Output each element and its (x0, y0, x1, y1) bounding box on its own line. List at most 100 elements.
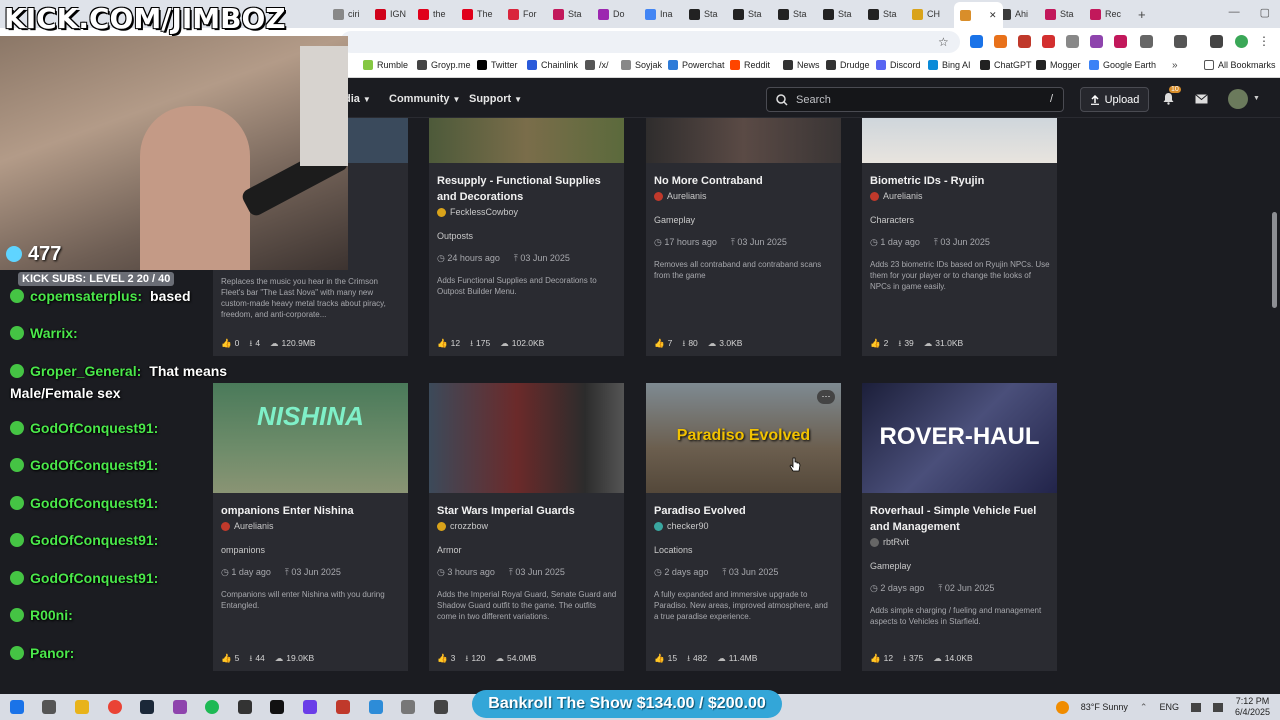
mod-title[interactable]: Roverhaul - Simple Vehicle Fuel and Mana… (870, 503, 1050, 535)
chevron-down-icon[interactable]: ▼ (1253, 95, 1260, 102)
app-icon[interactable] (238, 700, 252, 714)
mod-category[interactable]: Armor (437, 545, 462, 555)
bookmark-item[interactable]: Drudge (826, 60, 870, 70)
menu-icon[interactable] (1210, 35, 1223, 48)
mod-card[interactable]: Star Wars Imperial Guards crozzbow Armor ◷ … (429, 383, 624, 671)
browser-tab[interactable]: ciri (333, 4, 360, 24)
url-field[interactable] (340, 31, 960, 53)
maximize-icon[interactable]: ▢ (1260, 6, 1270, 19)
mod-thumbnail[interactable]: NISHINA (213, 383, 408, 493)
bookmark-item[interactable]: Discord (876, 60, 921, 70)
mod-thumbnail[interactable] (646, 118, 841, 163)
weather-widget[interactable]: 83°F Sunny (1081, 702, 1128, 712)
browser-tab[interactable]: Sta (823, 4, 852, 24)
browser-tab[interactable]: The (462, 4, 493, 24)
mod-card[interactable]: Biometric IDs - Ryujin Aurelianis Characte… (862, 118, 1057, 356)
bookmark-item[interactable]: News (783, 60, 820, 70)
nav-community[interactable]: Community ▼ (389, 93, 460, 105)
browser-tab[interactable]: Do (598, 4, 625, 24)
network-icon[interactable] (1190, 702, 1201, 712)
mod-category[interactable]: Gameplay (870, 561, 911, 571)
browser-tab[interactable]: Ahi (1000, 4, 1028, 24)
task-view-icon[interactable] (42, 700, 56, 714)
clock[interactable]: 7:12 PM 6/4/2025 (1235, 696, 1270, 718)
mod-author[interactable]: crozzbow (437, 521, 488, 531)
bookmark-item[interactable]: Mogger (1036, 60, 1081, 70)
bookmark-item[interactable]: Twitter (477, 60, 518, 70)
mod-author[interactable]: Aurelianis (221, 521, 274, 531)
browser-tab[interactable]: the (418, 4, 446, 24)
bookmark-item[interactable]: Groyp.me (417, 60, 471, 70)
bookmarks-overflow-icon[interactable]: » (1172, 60, 1178, 71)
nav-media[interactable]: dia ▼ (344, 93, 371, 105)
bookmark-item[interactable]: Soyjak (621, 60, 662, 70)
sidebar-icon[interactable] (1174, 35, 1187, 48)
new-tab-button[interactable]: + (1138, 4, 1146, 24)
extension-icon[interactable] (1066, 35, 1079, 48)
bookmark-item[interactable]: Powerchat (668, 60, 725, 70)
start-windows-icon[interactable] (10, 700, 24, 714)
browser-tab-active[interactable]: ✕ (954, 2, 1003, 28)
mod-category[interactable]: ompanions (221, 545, 265, 555)
chrome-icon[interactable] (108, 700, 122, 714)
card-more-options-icon[interactable]: ⋯ (817, 390, 835, 404)
mod-category[interactable]: Gameplay (654, 215, 695, 225)
nav-support[interactable]: Support ▼ (469, 93, 522, 105)
tray-chevron-icon[interactable]: ⌃ (1140, 702, 1148, 713)
mod-author[interactable]: Aurelianis (654, 191, 707, 201)
page-scrollbar-thumb[interactable] (1272, 212, 1277, 308)
all-bookmarks-link[interactable]: All Bookmarks (1204, 60, 1276, 70)
app-icon[interactable] (303, 700, 317, 714)
browser-tab[interactable]: Rec (1090, 4, 1121, 24)
mod-title[interactable]: ompanions Enter Nishina (221, 503, 401, 519)
browser-tab[interactable]: Sta (553, 4, 582, 24)
mod-card[interactable]: ROVER-HAUL Roverhaul - Simple Vehicle Fue… (862, 383, 1057, 671)
mod-author[interactable]: Aurelianis (870, 191, 923, 201)
app-icon[interactable] (336, 700, 350, 714)
mod-card[interactable]: NISHINA ompanions Enter Nishina Aurelianis… (213, 383, 408, 671)
mod-title[interactable]: Resupply - Functional Supplies and Decor… (437, 173, 617, 205)
browser-tab[interactable]: IGN (375, 4, 406, 24)
user-avatar[interactable] (1228, 89, 1248, 109)
browser-tab[interactable]: Sta (733, 4, 762, 24)
terminal-icon[interactable] (270, 700, 284, 714)
mod-card[interactable]: Resupply - Functional Supplies and Decor… (429, 118, 624, 356)
mod-category[interactable]: Locations (654, 545, 693, 555)
bookmark-item[interactable]: Google Earth (1089, 60, 1156, 70)
extension-icon[interactable] (1042, 35, 1055, 48)
browser-tab[interactable]: Sta (1045, 4, 1074, 24)
mod-title[interactable]: Star Wars Imperial Guards (437, 503, 617, 519)
mod-thumbnail[interactable] (429, 118, 624, 163)
browser-tab[interactable]: For (508, 4, 537, 24)
messages-envelope-icon[interactable] (1195, 94, 1208, 104)
mod-card[interactable]: Paradiso Evolved Paradiso Evolved checker9… (646, 383, 841, 671)
notifications-bell-icon[interactable]: 10 (1162, 86, 1181, 105)
extension-icon[interactable] (970, 35, 983, 48)
volume-icon[interactable] (1212, 702, 1223, 712)
star-bookmark-icon[interactable]: ☆ (938, 35, 949, 49)
app-icon[interactable] (173, 700, 187, 714)
mod-title[interactable]: No More Contraband (654, 173, 834, 189)
mod-category[interactable]: Outposts (437, 231, 473, 241)
browser-tab[interactable]: Sta (778, 4, 807, 24)
bookmark-item[interactable]: ChatGPT (980, 60, 1032, 70)
upload-button[interactable]: Upload (1080, 87, 1149, 112)
mod-category[interactable]: Characters (870, 215, 914, 225)
spotify-icon[interactable] (205, 700, 219, 714)
profile-avatar[interactable] (1235, 35, 1248, 48)
close-tab-icon[interactable]: ✕ (989, 10, 997, 21)
bookmark-item[interactable]: Bing AI (928, 60, 971, 70)
mod-author[interactable]: checker90 (654, 521, 709, 531)
mod-card[interactable]: No More Contraband Aurelianis Gameplay ◷ 17… (646, 118, 841, 356)
mod-thumbnail[interactable] (429, 383, 624, 493)
mod-thumbnail[interactable]: Paradiso Evolved (646, 383, 841, 493)
extensions-puzzle-icon[interactable] (1140, 35, 1153, 48)
app-icon[interactable] (401, 700, 415, 714)
browser-tab[interactable]: Sta (689, 4, 718, 24)
mod-author[interactable]: FecklessCowboy (437, 207, 518, 217)
browser-tab[interactable]: CH (912, 4, 940, 24)
extension-icon[interactable] (1018, 35, 1031, 48)
browser-tab[interactable]: Sta (868, 4, 897, 24)
app-icon[interactable] (434, 700, 448, 714)
browser-tab[interactable]: Ina (645, 4, 673, 24)
